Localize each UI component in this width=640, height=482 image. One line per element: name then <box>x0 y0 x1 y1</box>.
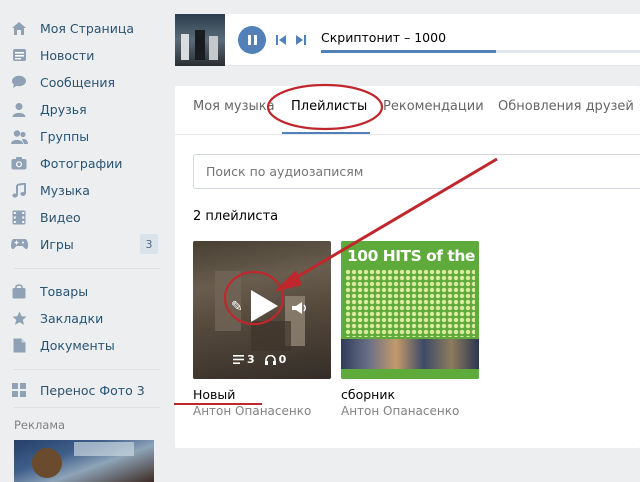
track-progress-bar[interactable] <box>321 50 640 53</box>
sidebar-item-documents[interactable]: Документы <box>10 333 160 357</box>
tracklist-icon <box>233 355 244 364</box>
sidebar-item-label: Сообщения <box>40 74 116 90</box>
sidebar-divider <box>14 407 160 408</box>
news-icon <box>10 46 28 64</box>
broadcast-icon[interactable] <box>291 301 307 315</box>
sidebar-item-photos[interactable]: Фотографии <box>10 151 160 175</box>
listen-count: 0 <box>278 353 287 366</box>
next-track-button[interactable] <box>294 34 308 46</box>
sidebar-item-video[interactable]: Видео <box>10 205 160 229</box>
track-count: 3 <box>247 353 255 366</box>
playlist-cover[interactable]: ✎ 3 0 <box>193 241 331 379</box>
headphones-icon <box>264 354 276 365</box>
sidebar-item-label: Моя Страница <box>40 20 134 36</box>
audio-search-input[interactable] <box>193 154 640 189</box>
previous-track-button[interactable] <box>274 34 288 46</box>
chat-icon <box>10 73 28 91</box>
sidebar-divider <box>14 369 160 370</box>
star-icon <box>10 309 28 327</box>
play-icon[interactable] <box>249 289 279 323</box>
music-icon <box>10 181 28 199</box>
sidebar-item-news[interactable]: Новости <box>10 43 160 67</box>
cover-photo-strip <box>341 339 479 369</box>
document-icon <box>10 336 28 354</box>
ad-label: Реклама <box>14 418 66 432</box>
sidebar-item-label: Группы <box>40 128 90 144</box>
sidebar-item-music[interactable]: Музыка <box>10 178 160 202</box>
sidebar: Моя Страница Новости Сообщения Друзья Гр… <box>0 0 165 482</box>
playlist-stats: 3 0 <box>233 353 290 366</box>
sidebar-item-app[interactable]: Перенос Фото 3 <box>10 378 160 402</box>
bag-icon <box>10 282 28 300</box>
next-icon <box>296 35 306 45</box>
sidebar-item-label: Документы <box>40 337 115 353</box>
sidebar-item-goods[interactable]: Товары <box>10 279 160 303</box>
playlists-count: 2 плейлиста <box>193 209 279 224</box>
audio-player: Скриптонит – 1000 <box>175 14 640 66</box>
user-icon <box>10 100 28 118</box>
cover-pattern <box>345 269 475 337</box>
playlist-card[interactable]: 100 HITS of the 80s сборник Антон Опанас… <box>341 241 479 418</box>
music-content: Моя музыка Плейлисты Рекомендации Обновл… <box>175 86 640 448</box>
pause-button[interactable] <box>238 26 266 54</box>
games-count-badge: 3 <box>140 234 158 254</box>
sidebar-item-label: Новости <box>40 47 95 63</box>
cover-title: 100 HITS of the 80s <box>347 247 479 265</box>
music-tabs: Моя музыка Плейлисты Рекомендации Обновл… <box>175 86 640 135</box>
playlist-author[interactable]: Антон Опанасенко <box>193 404 311 418</box>
sidebar-item-bookmarks[interactable]: Закладки <box>10 306 160 330</box>
tab-playlists[interactable]: Плейлисты <box>291 99 367 114</box>
tab-recommendations[interactable]: Рекомендации <box>383 99 484 114</box>
previous-icon <box>276 35 286 45</box>
sidebar-item-label: Товары <box>40 283 89 299</box>
sidebar-item-games[interactable]: Игры 3 <box>10 232 160 256</box>
sidebar-item-label: Видео <box>40 209 81 225</box>
sidebar-item-label: Музыка <box>40 182 90 198</box>
track-progress-fill <box>321 50 497 53</box>
group-icon <box>10 127 28 145</box>
track-cover[interactable] <box>175 14 225 66</box>
sidebar-item-label: Фотографии <box>40 155 123 171</box>
playlist-name[interactable]: сборник <box>341 387 395 402</box>
tab-friends-updates[interactable]: Обновления друзей <box>498 99 634 114</box>
sidebar-item-label: Друзья <box>40 101 87 117</box>
video-icon <box>10 208 28 226</box>
sidebar-item-label: Игры <box>40 236 74 252</box>
sidebar-item-friends[interactable]: Друзья <box>10 97 160 121</box>
gamepad-icon <box>10 235 28 253</box>
sidebar-item-label: Перенос Фото 3 <box>40 382 145 398</box>
camera-icon <box>10 154 28 172</box>
playlist-name[interactable]: Новый <box>193 387 235 402</box>
home-icon <box>10 19 28 37</box>
sidebar-item-groups[interactable]: Группы <box>10 124 160 148</box>
sidebar-item-label: Закладки <box>40 310 104 326</box>
ad-image[interactable] <box>14 440 154 482</box>
edit-icon[interactable]: ✎ <box>231 299 243 315</box>
active-tab-indicator <box>282 132 370 134</box>
tab-my-music[interactable]: Моя музыка <box>193 99 275 114</box>
sidebar-item-my-page[interactable]: Моя Страница <box>10 16 160 40</box>
playlist-author[interactable]: Антон Опанасенко <box>341 404 459 418</box>
track-title: Скриптонит – 1000 <box>321 30 447 45</box>
playlist-card[interactable]: ✎ 3 0 Новый Антон Опанасенко <box>193 241 331 418</box>
app-grid-icon <box>10 381 28 399</box>
sidebar-item-messages[interactable]: Сообщения <box>10 70 160 94</box>
sidebar-divider <box>14 268 160 269</box>
playlist-cover[interactable]: 100 HITS of the 80s <box>341 241 479 379</box>
